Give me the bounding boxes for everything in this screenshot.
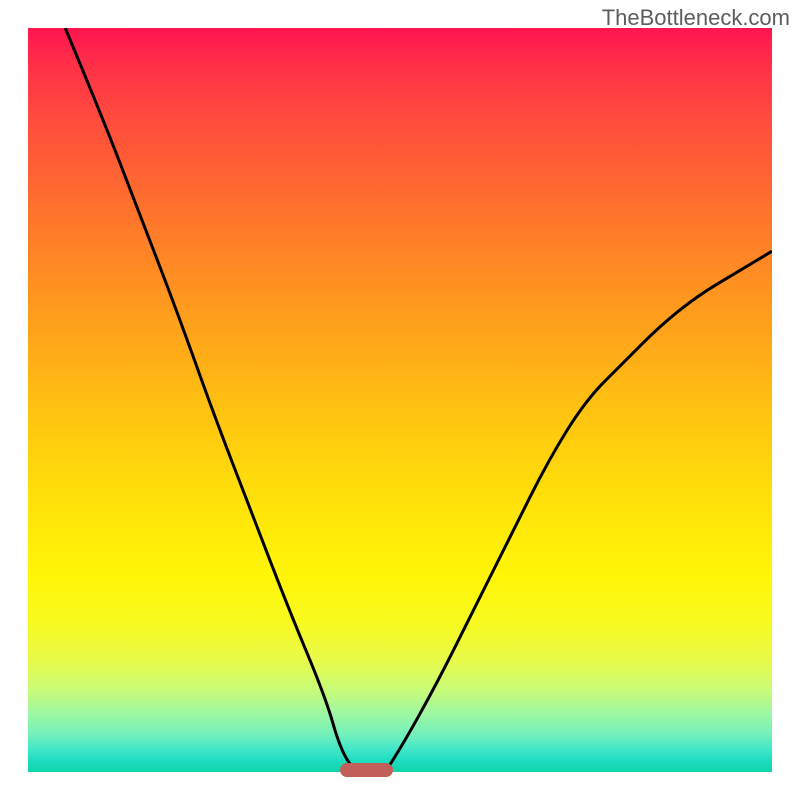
left-curve-path: [65, 28, 355, 772]
chart-container: TheBottleneck.com: [0, 0, 800, 800]
watermark-text: TheBottleneck.com: [602, 5, 790, 31]
chart-plot-area: [28, 28, 772, 772]
right-curve-path: [385, 251, 772, 772]
curves-svg: [28, 28, 772, 772]
bottleneck-marker: [340, 763, 392, 777]
